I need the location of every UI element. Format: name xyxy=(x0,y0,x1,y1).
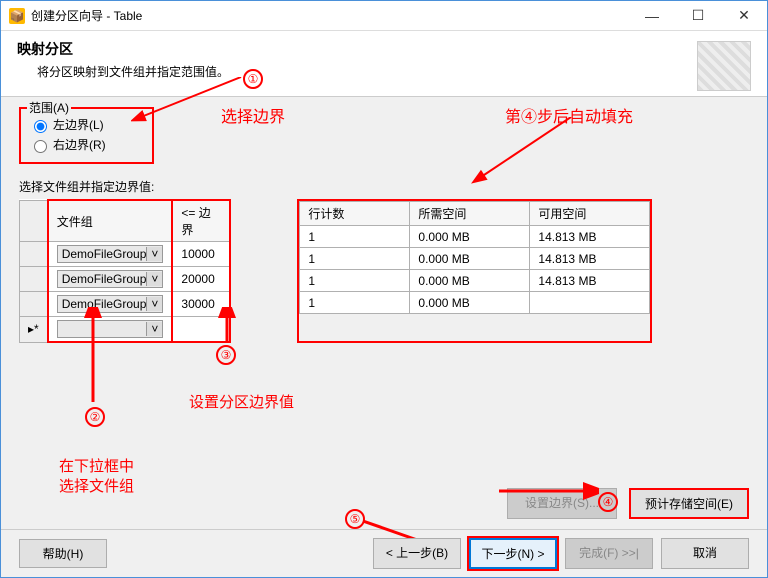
table-row[interactable]: ▸* ˅ xyxy=(20,317,231,343)
back-button[interactable]: < 上一步(B) xyxy=(373,538,461,569)
close-button[interactable]: ✕ xyxy=(721,1,767,30)
annotation-5: ⑤ xyxy=(345,509,365,529)
storage-grid: 行计数 所需空间 可用空间 10.000 MB14.813 MB 10.000 … xyxy=(299,201,650,314)
annotation-set-boundary: 设置分区边界值 xyxy=(189,391,294,412)
current-row-marker: ▸* xyxy=(20,317,48,343)
boundary-cell[interactable]: 20000 xyxy=(172,267,230,292)
filegroup-grid[interactable]: 文件组 <= 边界 DemoFileGroup˅ 10000 DemoFileG… xyxy=(19,199,231,343)
annotation-auto-fill: 第④步后自动填充 xyxy=(505,103,633,127)
page-title: 映射分区 xyxy=(17,39,229,59)
range-groupbox: 范围(A) 左边界(L) 右边界(R) xyxy=(19,107,154,164)
right-boundary-radio[interactable] xyxy=(34,140,47,153)
next-button[interactable]: 下一步(N) > xyxy=(469,538,557,569)
boundary-cell[interactable]: 30000 xyxy=(172,292,230,317)
window-title: 创建分区向导 - Table xyxy=(31,7,629,24)
chevron-down-icon: ˅ xyxy=(146,247,162,261)
filegroup-section-label: 选择文件组并指定边界值: xyxy=(19,178,749,195)
header-graphic-icon xyxy=(697,41,751,91)
titlebar: 📦 创建分区向导 - Table — ☐ ✕ xyxy=(1,1,767,31)
chevron-down-icon: ˅ xyxy=(146,322,162,336)
available-space-header: 可用空间 xyxy=(530,202,650,226)
chevron-down-icon: ˅ xyxy=(146,272,162,286)
set-boundary-button: 设置边界(S)... ④ xyxy=(507,488,617,519)
boundary-header: <= 边界 xyxy=(172,200,230,242)
annotation-dropdown-1: 在下拉框中 xyxy=(59,455,134,476)
maximize-button[interactable]: ☐ xyxy=(675,1,721,30)
help-button[interactable]: 帮助(H) xyxy=(19,539,107,568)
wizard-footer: 帮助(H) < 上一步(B) 下一步(N) > 完成(F) >>| 取消 xyxy=(1,529,767,577)
table-row[interactable]: DemoFileGroup˅ 20000 xyxy=(20,267,231,292)
filegroup-dropdown[interactable]: DemoFileGroup˅ xyxy=(57,270,164,288)
row-header-blank xyxy=(20,200,48,242)
left-boundary-label: 左边界(L) xyxy=(53,116,104,133)
table-row: 10.000 MB14.813 MB xyxy=(300,226,650,248)
table-row: 10.000 MB14.813 MB xyxy=(300,248,650,270)
range-legend: 范围(A) xyxy=(27,99,71,116)
minimize-button[interactable]: — xyxy=(629,1,675,30)
finish-button: 完成(F) >>| xyxy=(565,538,653,569)
boundary-cell[interactable]: 10000 xyxy=(172,242,230,267)
required-space-header: 所需空间 xyxy=(410,202,530,226)
table-row: 10.000 MB xyxy=(300,292,650,314)
wizard-body: 范围(A) 左边界(L) 右边界(R) 选择文件组并指定边界值: 文件组 <= … xyxy=(1,97,767,529)
right-boundary-label: 右边界(R) xyxy=(53,136,106,153)
annotation-dropdown-2: 选择文件组 xyxy=(59,475,134,496)
rowcount-header: 行计数 xyxy=(300,202,410,226)
table-row: 10.000 MB14.813 MB xyxy=(300,270,650,292)
window: 📦 创建分区向导 - Table — ☐ ✕ 映射分区 将分区映射到文件组并指定… xyxy=(0,0,768,578)
annotation-3: ③ xyxy=(216,345,236,365)
filegroup-dropdown[interactable]: DemoFileGroup˅ xyxy=(57,295,164,313)
table-row[interactable]: DemoFileGroup˅ 30000 xyxy=(20,292,231,317)
app-icon: 📦 xyxy=(9,8,25,24)
annotation-select-boundary: 选择边界 xyxy=(221,103,285,127)
page-subtitle: 将分区映射到文件组并指定范围值。 xyxy=(17,63,229,80)
table-row[interactable]: DemoFileGroup˅ 10000 xyxy=(20,242,231,267)
left-boundary-radio[interactable] xyxy=(34,120,47,133)
annotation-4-inline: ④ xyxy=(598,492,618,512)
filegroup-header: 文件组 xyxy=(48,200,173,242)
filegroup-dropdown[interactable]: DemoFileGroup˅ xyxy=(57,245,164,263)
estimate-storage-button[interactable]: 预计存储空间(E) xyxy=(629,488,749,519)
wizard-header: 映射分区 将分区映射到文件组并指定范围值。 xyxy=(1,31,767,97)
annotation-2: ② xyxy=(85,407,105,427)
chevron-down-icon: ˅ xyxy=(146,297,162,311)
annotation-1: ① xyxy=(243,69,263,89)
boundary-cell[interactable] xyxy=(172,317,230,343)
filegroup-dropdown[interactable]: ˅ xyxy=(57,320,164,338)
cancel-button[interactable]: 取消 xyxy=(661,538,749,569)
